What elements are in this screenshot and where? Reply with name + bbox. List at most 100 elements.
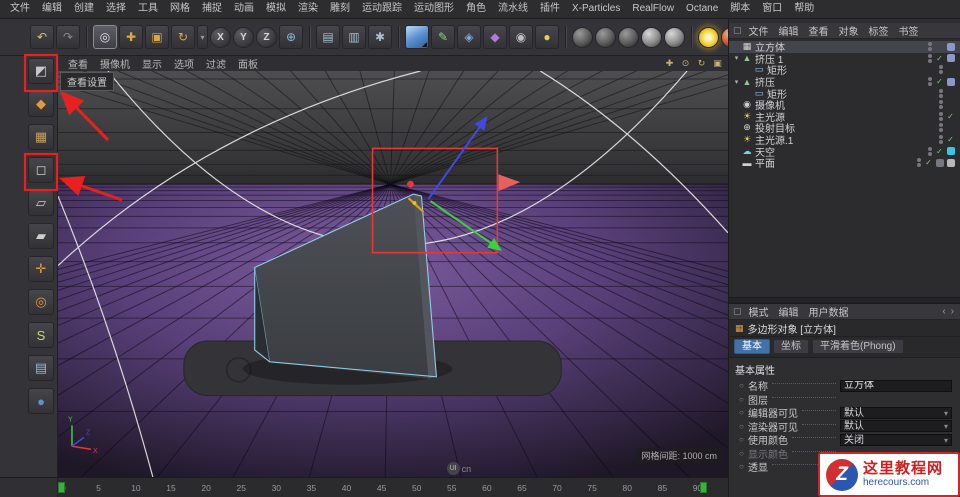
timeline-ruler[interactable]: 051015202530354045505560657075808590 (58, 478, 728, 497)
undo-icon[interactable]: ↶ (30, 25, 54, 49)
mograph-icon[interactable]: ◈ (457, 25, 481, 49)
menubar-item[interactable]: 网格 (164, 0, 196, 18)
last-tool-dropdown-icon[interactable]: ▾ (197, 25, 208, 49)
timeline-tick[interactable]: 45 (377, 483, 412, 493)
gizmo-origin-dot[interactable] (407, 180, 414, 188)
viewport-scene[interactable]: Y X Z (58, 71, 728, 477)
light-tool-icon[interactable]: ● (535, 25, 559, 49)
timeline-tick[interactable]: 35 (307, 483, 342, 493)
object-manager-menu-item[interactable]: 书签 (894, 23, 924, 38)
menubar-item[interactable]: 帮助 (788, 0, 820, 18)
viewport-rotate-icon[interactable]: ↻ (695, 58, 708, 69)
material-sphere-light-1-icon[interactable] (641, 26, 662, 48)
object-row[interactable]: ▬ 平面 ✓ (729, 157, 960, 170)
coord-system-icon[interactable]: ⊕ (279, 25, 303, 49)
menubar-item[interactable]: 运动图形 (408, 0, 460, 18)
timeline-tick[interactable]: 15 (166, 483, 201, 493)
menubar-item[interactable]: 流水线 (492, 0, 534, 18)
expand-toggle[interactable]: ▾ (732, 54, 741, 62)
timeline-tick[interactable]: 80 (623, 483, 658, 493)
visibility-dots-icon[interactable] (939, 65, 943, 75)
enable-toggle[interactable]: ✓ (924, 158, 933, 167)
visibility-dots-icon[interactable] (928, 77, 932, 87)
render-picture-viewer-icon[interactable]: ▥ (342, 25, 366, 49)
viewport-menu-item[interactable]: 显示 (136, 56, 168, 71)
camera-tool-icon[interactable]: ◉ (509, 25, 533, 49)
make-editable-icon[interactable]: ◩ (28, 58, 54, 84)
cube-primitive-icon[interactable] (405, 25, 429, 49)
menubar-item[interactable]: 选择 (100, 0, 132, 18)
menubar-item[interactable]: 动画 (228, 0, 260, 18)
menubar-item[interactable]: X-Particles (566, 0, 626, 18)
menubar-item[interactable]: 窗口 (756, 0, 788, 18)
menubar-item[interactable]: 工具 (132, 0, 164, 18)
attribute-tab-2[interactable]: 平滑着色(Phong) (812, 339, 904, 354)
object-row[interactable]: ▾ ▲ 挤压 ✓ (729, 76, 960, 89)
viewport-menu-item[interactable]: 查看 (62, 56, 94, 71)
visibility-dots-icon[interactable] (939, 123, 943, 133)
mat-cyan-tag-icon[interactable] (947, 147, 955, 156)
menubar-item[interactable]: 文件 (4, 0, 36, 18)
physical-sky-icon[interactable] (698, 26, 719, 48)
mat-gray-tag-icon[interactable] (947, 158, 955, 167)
viewport-zoom-icon[interactable]: ⊙ (679, 58, 692, 69)
object-manager-menu-item[interactable]: 对象 (834, 23, 864, 38)
anim-dot-icon[interactable]: ○ (739, 408, 748, 417)
attribute-select[interactable]: 默认 ▾ (840, 420, 952, 433)
attribute-select[interactable]: 默认 ▾ (840, 406, 952, 419)
anim-dot-icon[interactable]: ○ (739, 449, 748, 458)
workplane-icon[interactable]: ▤ (28, 355, 54, 381)
timeline-tick[interactable]: 90 (693, 483, 728, 493)
viewport[interactable]: 查看 摄像机 显示 选项 过滤 面板 ✚ ⊙ ↻ ▣ Y X Z 查看设置 网格… (57, 56, 728, 477)
solo-mode-icon[interactable]: ◎ (28, 289, 54, 315)
point-mode-icon[interactable]: ◻ (28, 157, 54, 183)
object-manager-menu-item[interactable]: 文件 (744, 23, 774, 38)
visibility-dots-icon[interactable] (928, 53, 932, 63)
menubar-item[interactable]: 渲染 (292, 0, 324, 18)
timeline-tick[interactable]: 60 (482, 483, 517, 493)
attribute-manager-menu-item[interactable]: 模式 (744, 304, 774, 319)
menubar-item[interactable]: RealFlow (626, 0, 680, 18)
timeline-end-marker[interactable] (700, 482, 707, 493)
viewport-menu-item[interactable]: 选项 (168, 56, 200, 71)
z-axis-button[interactable]: Z (256, 26, 277, 48)
attribute-manager-menu-item[interactable]: 用户数据 (804, 304, 854, 319)
history-back-icon[interactable]: ‹ (942, 306, 945, 317)
visibility-dots-icon[interactable] (939, 100, 943, 110)
checker-tag-icon[interactable] (936, 158, 944, 167)
timeline-tick[interactable]: 65 (517, 483, 552, 493)
menubar-item[interactable]: 插件 (534, 0, 566, 18)
history-forward-icon[interactable]: › (951, 306, 954, 317)
visibility-dots-icon[interactable] (928, 42, 932, 52)
edge-mode-icon[interactable]: ▱ (28, 190, 54, 216)
lock-icon[interactable]: ● (28, 388, 54, 414)
visibility-dots-icon[interactable] (939, 135, 943, 145)
attribute-tab-0[interactable]: 基本 (734, 339, 770, 354)
spline-pen-icon[interactable]: ✎ (431, 25, 455, 49)
material-sphere-dark-3-icon[interactable] (618, 26, 639, 48)
visibility-dots-icon[interactable] (939, 88, 943, 98)
material-sphere-dark-1-icon[interactable] (572, 26, 593, 48)
render-view-icon[interactable]: ▤ (316, 25, 340, 49)
anim-dot-icon[interactable]: ○ (739, 422, 748, 431)
deformer-icon[interactable]: ◆ (483, 25, 507, 49)
name-input[interactable] (840, 379, 952, 392)
anim-dot-icon[interactable]: ○ (739, 381, 748, 390)
model-mode-icon[interactable]: ◆ (28, 91, 54, 117)
viewport-maximize-icon[interactable]: ▣ (711, 58, 724, 69)
timeline-start-marker[interactable] (58, 482, 65, 493)
object-manager-menu-item[interactable]: 编辑 (774, 23, 804, 38)
rotate-tool-icon[interactable]: ↻ (171, 25, 195, 49)
phong-tag-icon[interactable] (947, 54, 955, 63)
menubar-item[interactable]: 运动跟踪 (356, 0, 408, 18)
render-settings-icon[interactable]: ✱ (368, 25, 392, 49)
menubar-item[interactable]: 编辑 (36, 0, 68, 18)
phong-tag-icon[interactable] (947, 77, 955, 86)
viewport-menu-item[interactable]: 过滤 (200, 56, 232, 71)
visibility-dots-icon[interactable] (917, 158, 921, 168)
timeline-tick[interactable]: 85 (658, 483, 693, 493)
texture-mode-icon[interactable]: ▦ (28, 124, 54, 150)
snap-icon[interactable]: S (28, 322, 54, 348)
attribute-select[interactable]: 关闭 ▾ (840, 433, 952, 446)
axis-mode-icon[interactable]: ✛ (28, 256, 54, 282)
